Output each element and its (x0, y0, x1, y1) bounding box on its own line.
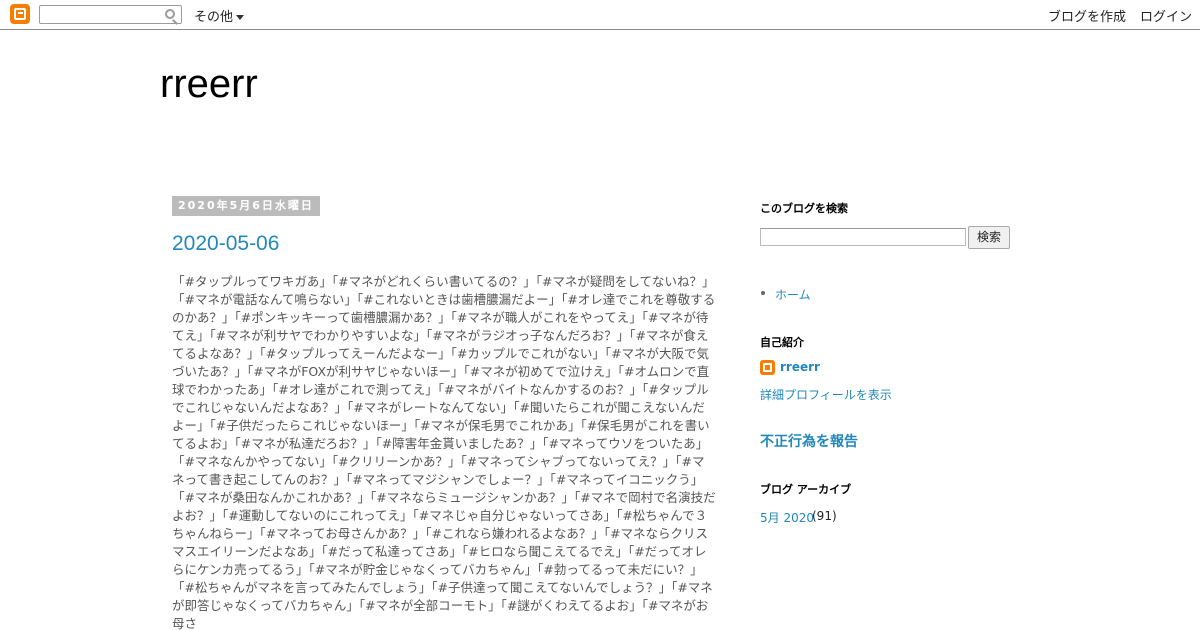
home-link[interactable]: ホーム (775, 286, 811, 303)
navbar: その他 ブログを作成 ログイン (0, 0, 1200, 30)
profile-name-link[interactable]: rreerr (780, 360, 820, 374)
blogger-profile-icon (760, 360, 775, 375)
more-menu-label: その他 (194, 10, 234, 25)
archive-post-count: (91) (812, 509, 837, 523)
blog-title[interactable]: rreerr (160, 62, 258, 107)
chevron-down-icon (236, 15, 245, 20)
post-date: 2020年5月6日水曜日 (172, 196, 320, 216)
search-icon[interactable] (165, 9, 175, 19)
sidebar-search-button[interactable]: 検索 (968, 226, 1010, 249)
view-profile-link[interactable]: 詳細プロフィールを表示 (760, 386, 892, 403)
archive-month-link[interactable]: 5月 2020 (760, 509, 814, 526)
blogger-logo-icon[interactable] (10, 4, 30, 24)
list-bullet (761, 291, 765, 295)
navbar-search-input[interactable] (39, 5, 182, 24)
sidebar-search-heading: このブログを検索 (760, 202, 848, 215)
login-link[interactable]: ログイン (1140, 6, 1192, 25)
report-abuse-link[interactable]: 不正行為を報告 (760, 431, 858, 451)
sidebar-search-input[interactable] (760, 228, 966, 246)
create-blog-link[interactable]: ブログを作成 (1048, 6, 1126, 25)
more-menu[interactable]: その他 (194, 6, 245, 25)
post-title[interactable]: 2020-05-06 (172, 232, 279, 256)
archive-heading: ブログ アーカイブ (760, 483, 852, 496)
profile-heading: 自己紹介 (760, 336, 804, 349)
post-body: 「#タップルってワキガあ」「#マネがどれくらい書いてるの？」「#マネが疑問をして… (172, 274, 716, 630)
